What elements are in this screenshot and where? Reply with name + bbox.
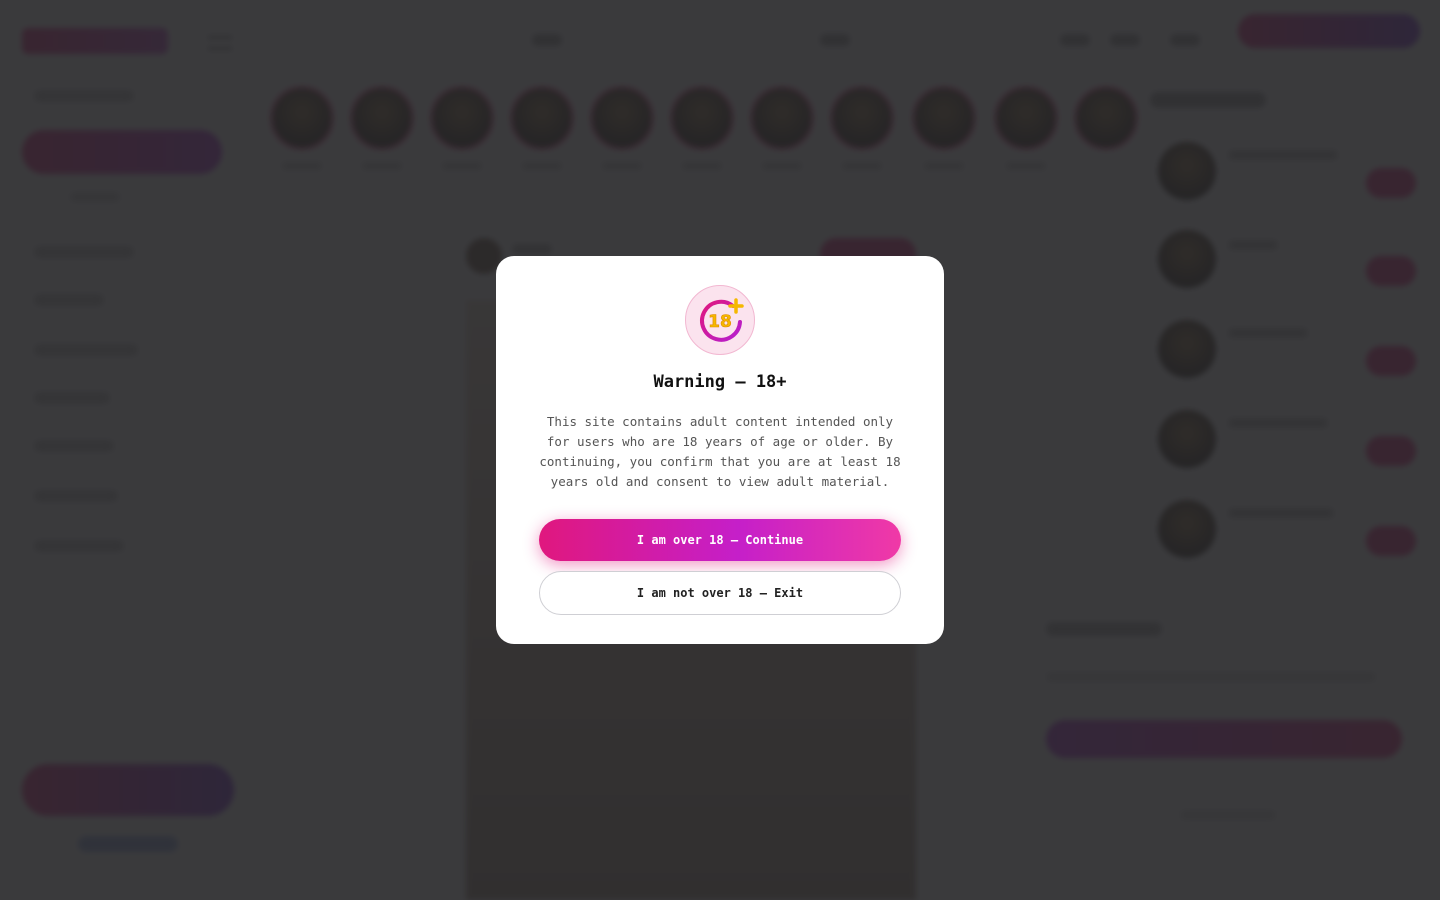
age-verification-modal: 18 Warning — 18+ This site contains adul…	[496, 256, 944, 644]
modal-title: Warning — 18+	[653, 372, 787, 392]
svg-text:18: 18	[708, 312, 732, 332]
adult-18-plus-icon: 18	[685, 285, 755, 355]
modal-body-text: This site contains adult content intende…	[539, 414, 901, 489]
continue-button[interactable]: I am over 18 — Continue	[539, 519, 901, 561]
exit-button[interactable]: I am not over 18 — Exit	[539, 571, 901, 615]
